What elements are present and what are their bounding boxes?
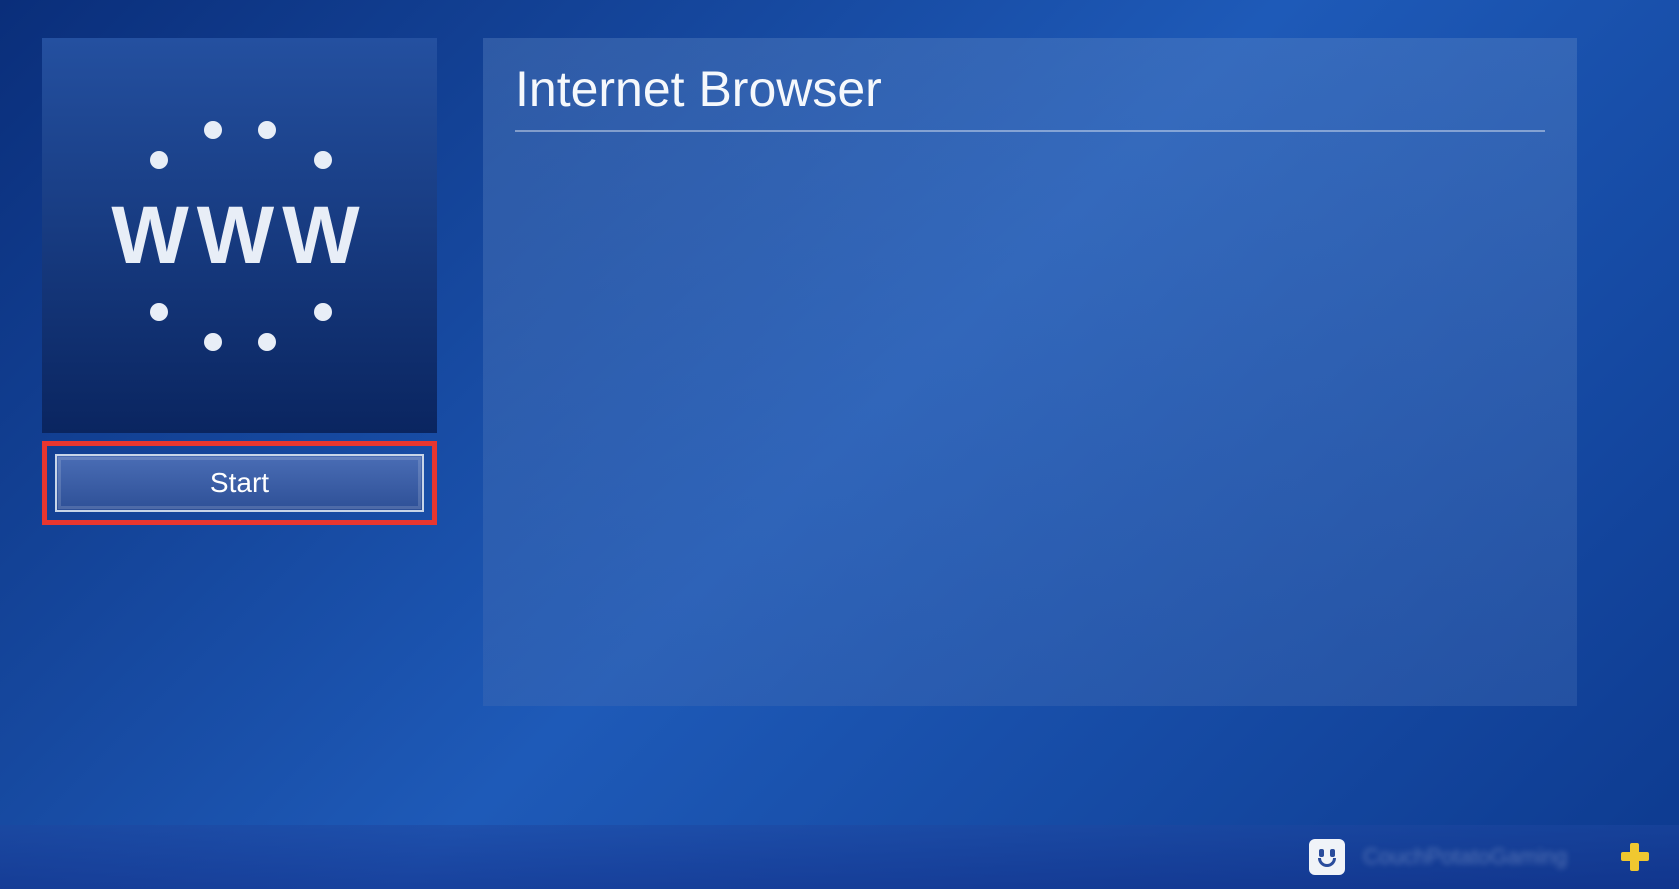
smiley-face-icon [1309, 839, 1345, 875]
start-button-highlight: Start [42, 441, 437, 525]
left-panel: WWW Start [42, 38, 437, 706]
www-icon: WWW [100, 121, 380, 351]
main-container: WWW Start Internet Browser [0, 0, 1679, 744]
browser-app-tile[interactable]: WWW [42, 38, 437, 433]
dot-icon [314, 303, 332, 321]
dot-icon [204, 121, 222, 139]
dot-icon [258, 333, 276, 351]
dot-icon [150, 303, 168, 321]
dot-icon [150, 151, 168, 169]
plus-icon[interactable] [1621, 843, 1649, 871]
start-button[interactable]: Start [55, 454, 424, 512]
www-text: WWW [111, 189, 367, 283]
profile-name[interactable]: CouchPotatoGaming [1363, 844, 1603, 870]
content-title: Internet Browser [515, 60, 1545, 132]
dot-icon [314, 151, 332, 169]
profile-avatar-icon[interactable] [1309, 839, 1345, 875]
dot-icon [258, 121, 276, 139]
content-panel: Internet Browser [483, 38, 1577, 706]
bottom-bar: CouchPotatoGaming [0, 825, 1679, 889]
dot-icon [204, 333, 222, 351]
